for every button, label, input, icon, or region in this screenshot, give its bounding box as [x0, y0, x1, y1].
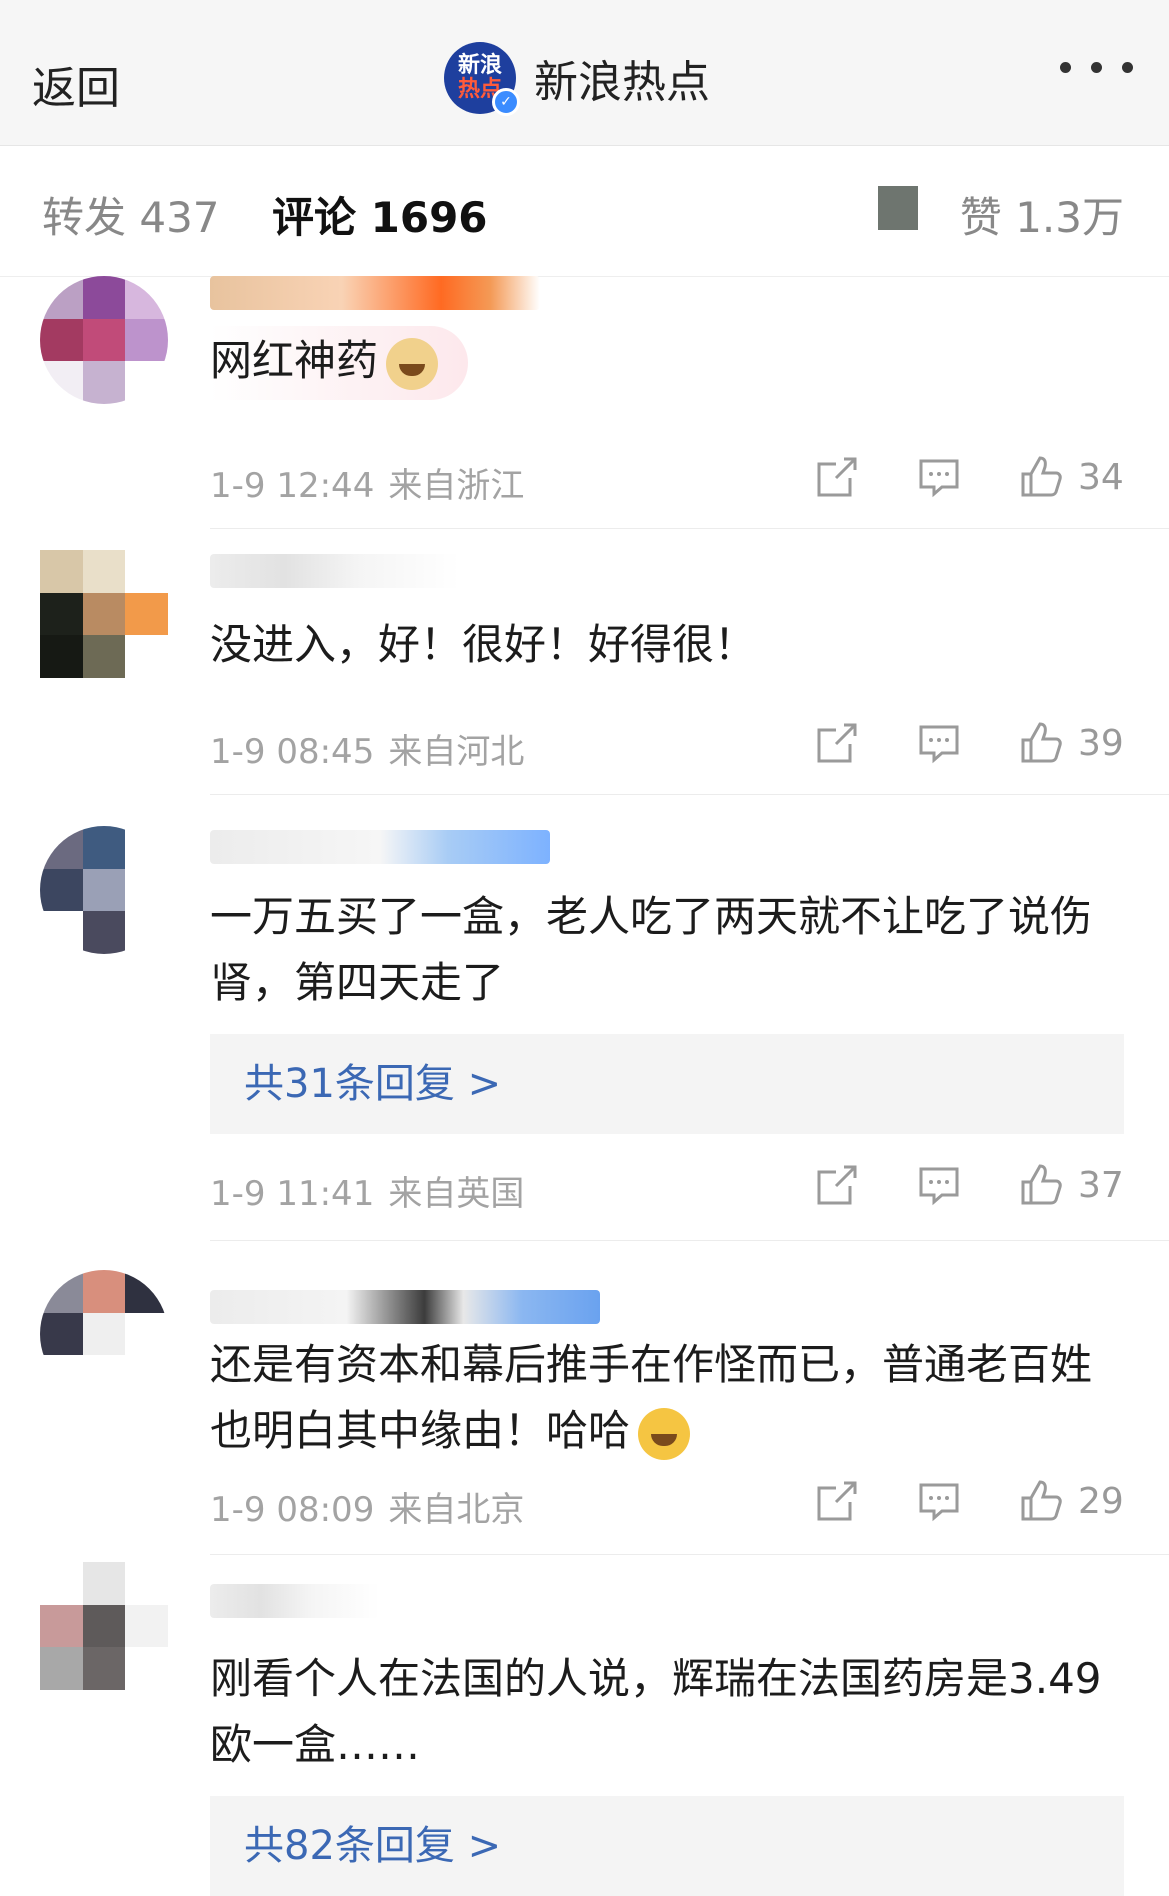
- tab-repost[interactable]: 转发 437: [42, 184, 220, 245]
- grin-emoji-icon: [638, 1407, 691, 1460]
- back-button[interactable]: 返回: [32, 52, 120, 116]
- comment-actions: 29: [814, 1478, 1124, 1524]
- comment-meta: 1-9 08:45 来自河北: [210, 724, 524, 773]
- account-logo[interactable]: 新浪 热点 ✓: [444, 42, 520, 116]
- comment-icon[interactable]: [916, 720, 962, 766]
- avatar[interactable]: [40, 276, 168, 404]
- avatar[interactable]: [40, 826, 168, 954]
- top-navigation-bar: 返回 新浪 热点 ✓ 新浪热点: [0, 0, 1169, 146]
- like-count: 37: [1078, 1164, 1124, 1206]
- comment-icon[interactable]: [916, 1162, 962, 1208]
- comment-time: 1-9 11:41: [210, 1174, 375, 1214]
- comment-time: 1-9 12:44: [210, 466, 375, 506]
- comment-meta: 1-9 08:09 来自北京: [210, 1482, 524, 1531]
- share-icon[interactable]: [814, 720, 860, 766]
- username[interactable]: [210, 1584, 380, 1618]
- comment-text: 还是有资本和幕后推手在作怪而已，普通老百姓也明白其中缘由！哈哈: [210, 1332, 1125, 1464]
- share-icon[interactable]: [814, 454, 860, 500]
- comment-source: 来自河北: [388, 732, 525, 772]
- like-icon[interactable]: [1018, 1478, 1064, 1524]
- comment-text: 没进入，好！很好！好得很！: [210, 620, 757, 669]
- comment-source: 来自英国: [388, 1174, 525, 1214]
- comment-actions: 34: [814, 454, 1124, 500]
- share-icon[interactable]: [814, 1162, 860, 1208]
- comment-time: 1-9 08:45: [210, 732, 375, 772]
- divider: [210, 794, 1169, 795]
- verified-badge-icon: ✓: [492, 88, 520, 116]
- comment-actions: 37: [814, 1162, 1124, 1208]
- replies-link[interactable]: 共82条回复 >: [210, 1796, 1124, 1896]
- avatar[interactable]: [40, 1562, 168, 1690]
- comment-text: 网红神药: [210, 326, 1125, 400]
- comment-time: 1-9 08:09: [210, 1490, 375, 1530]
- account-logo-line1: 新浪: [457, 53, 502, 78]
- share-icon[interactable]: [814, 1478, 860, 1524]
- account-name[interactable]: 新浪热点: [534, 46, 710, 110]
- comment-text: 一万五买了一盒，老人吃了两天就不让吃了说伤肾，第四天走了: [210, 892, 1093, 1007]
- divider: [210, 1240, 1169, 1241]
- comment-source: 来自浙江: [388, 466, 525, 506]
- more-dots-icon[interactable]: [1060, 62, 1133, 73]
- username[interactable]: [210, 276, 540, 310]
- comment-text: 刚看个人在法国的人说，辉瑞在法国药房是3.49欧一盒……: [210, 1654, 1102, 1769]
- tab-like[interactable]: 赞 1.3万: [960, 184, 1124, 245]
- tab-marker: [878, 186, 918, 230]
- username[interactable]: [210, 1290, 600, 1324]
- username[interactable]: [210, 554, 460, 588]
- like-icon[interactable]: [1018, 454, 1064, 500]
- like-icon[interactable]: [1018, 720, 1064, 766]
- comment-source: 来自北京: [388, 1490, 525, 1530]
- comment-meta: 1-9 12:44 来自浙江: [210, 458, 524, 507]
- replies-link[interactable]: 共31条回复 >: [210, 1034, 1124, 1134]
- avatar[interactable]: [40, 550, 168, 678]
- comment-actions: 39: [814, 720, 1124, 766]
- doge-emoji-icon: [386, 337, 439, 390]
- like-count: 39: [1078, 722, 1124, 764]
- comment-meta: 1-9 11:41 来自英国: [210, 1166, 524, 1215]
- divider: [210, 1554, 1169, 1555]
- tab-bar: 转发 437 评论 1696 赞 1.3万: [0, 146, 1169, 277]
- tab-comment[interactable]: 评论 1696: [272, 184, 488, 245]
- account-header[interactable]: 新浪 热点 ✓ 新浪热点: [444, 40, 710, 116]
- username[interactable]: [210, 830, 550, 864]
- like-count: 34: [1078, 456, 1124, 498]
- divider: [210, 528, 1169, 529]
- comment-icon[interactable]: [916, 1478, 962, 1524]
- like-icon[interactable]: [1018, 1162, 1064, 1208]
- avatar[interactable]: [40, 1270, 168, 1398]
- like-count: 29: [1078, 1480, 1124, 1522]
- comment-icon[interactable]: [916, 454, 962, 500]
